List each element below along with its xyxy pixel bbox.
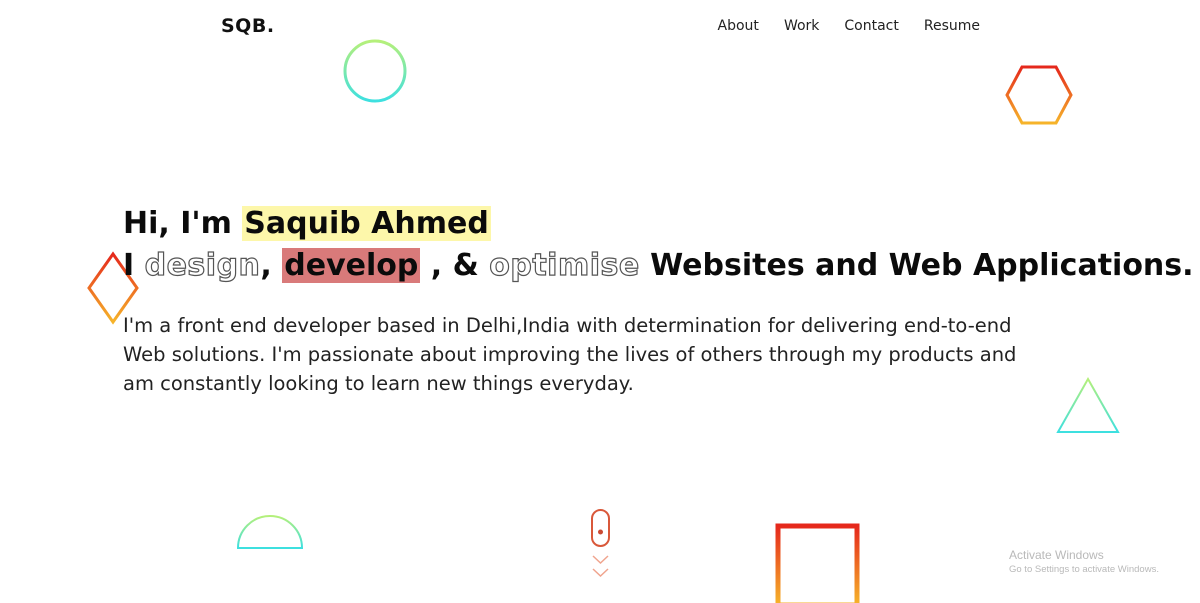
- tagline-suffix: Websites and Web Applications.: [639, 248, 1194, 283]
- top-navbar: SQB. About Work Contact Resume: [0, 0, 1200, 52]
- tagline-prefix: I: [123, 248, 145, 283]
- square-shape: [775, 523, 860, 603]
- scroll-down-indicator[interactable]: [590, 509, 612, 585]
- hero-section: Hi, I'm Saquib Ahmed I design, develop ,…: [123, 203, 1194, 398]
- separator-1: ,: [260, 248, 283, 283]
- hero-name: Saquib Ahmed: [242, 206, 491, 241]
- nav-links: About Work Contact Resume: [718, 18, 980, 34]
- hero-greeting: Hi, I'm Saquib Ahmed: [123, 203, 1103, 245]
- watermark-title: Activate Windows: [1009, 548, 1104, 562]
- circle-shape: [343, 39, 407, 103]
- word-design: design: [144, 247, 261, 283]
- hero-tagline: I design, develop , & optimise Websites …: [123, 245, 1194, 287]
- greeting-prefix: Hi, I'm: [123, 206, 243, 241]
- activate-windows-watermark: Activate Windows Go to Settings to activ…: [1009, 548, 1159, 576]
- semicircle-shape: [236, 515, 304, 549]
- nav-link-contact[interactable]: Contact: [844, 18, 898, 34]
- word-develop: develop: [282, 248, 421, 283]
- mouse-scroll-icon: [591, 509, 610, 578]
- nav-link-resume[interactable]: Resume: [924, 18, 980, 34]
- hexagon-shape: [1005, 65, 1073, 125]
- nav-link-about[interactable]: About: [718, 18, 759, 34]
- nav-link-work[interactable]: Work: [784, 18, 819, 34]
- hero-description: I'm a front end developer based in Delhi…: [123, 314, 1017, 395]
- site-logo[interactable]: SQB.: [221, 15, 275, 37]
- watermark-subtitle: Go to Settings to activate Windows.: [1009, 564, 1159, 575]
- separator-2: , &: [420, 248, 490, 283]
- word-optimise: optimise: [489, 247, 640, 283]
